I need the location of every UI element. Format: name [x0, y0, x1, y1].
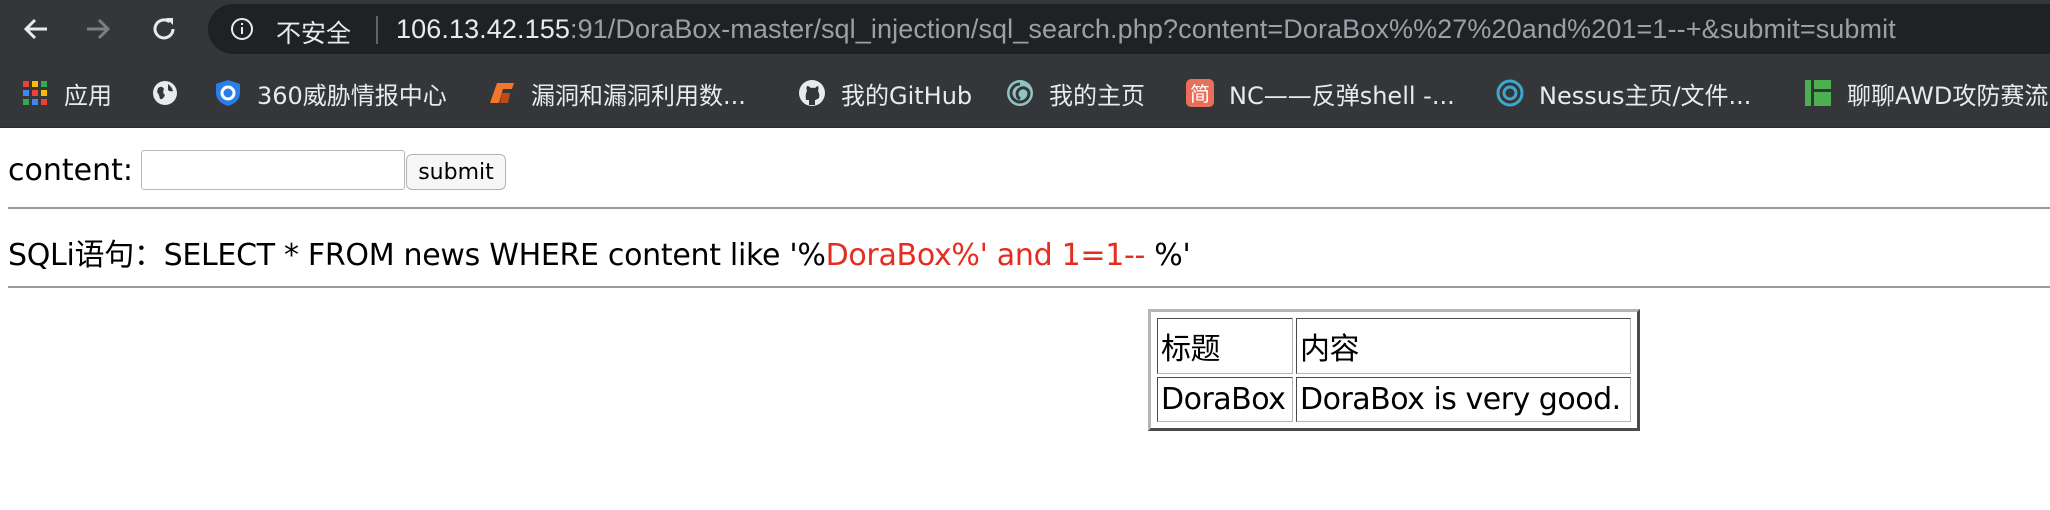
bookmark-label: 聊聊AWD攻防赛流	[1847, 81, 2049, 110]
bookmark-360[interactable]: 360威胁情报中心	[213, 73, 447, 113]
forward-arrow-icon	[87, 18, 111, 40]
bookmark-label: 漏洞和漏洞利用数...	[531, 81, 746, 110]
address-bar-divider	[376, 16, 378, 44]
apps-grid-icon	[20, 78, 50, 108]
bookmark-nessus[interactable]: Nessus主页/文件...	[1495, 73, 1751, 113]
divider	[8, 286, 2050, 288]
jianshu-icon: 简	[1185, 78, 1215, 108]
security-status-label[interactable]: 不安全	[276, 14, 351, 50]
bookmark-label: 360威胁情报中心	[257, 81, 447, 110]
back-arrow-icon	[23, 18, 47, 40]
search-form: content:	[8, 150, 133, 190]
bookmark-label: 我的GitHub	[841, 81, 973, 110]
bookmarks-bar: 应用 360威胁情报中心 漏洞和漏洞利用数... 我的GitHub 我的主页 简…	[0, 58, 2050, 128]
bookmark-exploit-db[interactable]: 漏洞和漏洞利用数...	[487, 73, 746, 113]
forward-button[interactable]	[72, 3, 124, 55]
cell-title: DoraBox	[1157, 376, 1293, 422]
bars-icon	[1803, 78, 1833, 108]
content-label: content:	[8, 152, 133, 188]
bookmark-label: 应用	[64, 81, 112, 110]
divider	[8, 207, 2050, 209]
exploit-db-icon	[487, 78, 517, 108]
sql-injected-payload: DoraBox%' and 1=1--	[825, 238, 1155, 273]
bookmark-homepage[interactable]: 我的主页	[1005, 73, 1145, 113]
nessus-icon	[1495, 78, 1525, 108]
bookmark-github[interactable]: 我的GitHub	[797, 73, 972, 113]
header-title: 标题	[1157, 318, 1293, 374]
svg-text:简: 简	[1190, 82, 1210, 106]
content-input[interactable]	[141, 150, 405, 190]
bookmark-label: NC——反弹shell -...	[1229, 81, 1455, 110]
results-table: 标题 内容 DoraBox DoraBox is very good.	[1148, 309, 1640, 431]
sql-suffix: %'	[1154, 238, 1191, 273]
bookmark-globe[interactable]	[150, 73, 180, 113]
url-host: 106.13.42.155	[396, 14, 570, 44]
submit-button[interactable]: submit	[406, 154, 506, 190]
reload-button[interactable]	[138, 3, 190, 55]
globe-icon	[150, 78, 180, 108]
address-bar[interactable]: 不安全 106.13.42.155:91/DoraBox-master/sql_…	[208, 4, 2050, 54]
github-icon	[797, 78, 827, 108]
swirl-icon	[1005, 78, 1035, 108]
sql-prefix: SQLi语句：SELECT * FROM news WHERE content …	[8, 238, 826, 273]
browser-toolbar: 不安全 106.13.42.155:91/DoraBox-master/sql_…	[0, 0, 2050, 58]
table-header-row: 标题 内容	[1157, 318, 1631, 374]
bookmark-label: Nessus主页/文件...	[1539, 81, 1752, 110]
page-content: content: submit SQLi语句：SELECT * FROM new…	[0, 128, 2050, 510]
cell-content: DoraBox is very good.	[1296, 376, 1631, 422]
bookmark-apps[interactable]: 应用	[20, 73, 112, 113]
url-path: :91/DoraBox-master/sql_injection/sql_sea…	[569, 14, 1896, 44]
url-text[interactable]: 106.13.42.155:91/DoraBox-master/sql_inje…	[396, 14, 1896, 45]
360-shield-icon	[213, 78, 243, 108]
info-icon[interactable]	[230, 17, 254, 41]
bookmark-awd[interactable]: 聊聊AWD攻防赛流	[1803, 73, 2048, 113]
header-content: 内容	[1296, 318, 1631, 374]
sql-statement: SQLi语句：SELECT * FROM news WHERE content …	[8, 230, 1191, 274]
table-row: DoraBox DoraBox is very good.	[1157, 376, 1631, 422]
bookmark-jianshu[interactable]: 简 NC——反弹shell -...	[1185, 73, 1455, 113]
reload-icon	[153, 18, 175, 40]
bookmark-label: 我的主页	[1049, 81, 1145, 110]
back-button[interactable]	[10, 3, 62, 55]
